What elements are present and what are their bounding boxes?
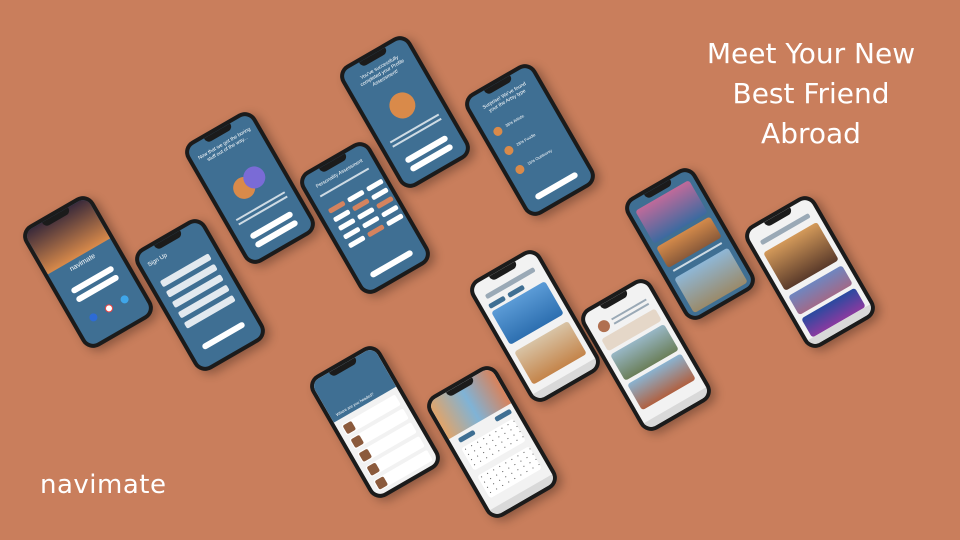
complete-title: You've successfully completed your Profi… [359,54,406,89]
result-pct-3: 16% Outdoorsy [526,147,553,167]
trait-chip[interactable] [347,235,366,249]
destination-thumbnail [342,420,357,435]
phone-notch [600,290,629,311]
signup-submit-button[interactable] [201,321,246,351]
destination-screen: Where are you headed? [310,346,440,498]
phone-launch: navimate [18,191,158,353]
destination-thumbnail [366,462,381,476]
phone-destination: Where are you headed? [305,341,445,503]
result-pct-1: 38% Artistic [504,113,525,128]
result-pct-2: 28% Foodie [515,131,537,147]
brand-logo-text: navimate [40,470,167,500]
launch-screen: navimate [23,196,153,348]
personality-next-button[interactable] [369,249,414,279]
foodie-icon [502,144,516,157]
twitter-icon[interactable] [119,293,131,305]
destination-thumbnail [358,448,373,463]
outdoorsy-icon [513,163,527,176]
headline-line-2: Best Friend [732,77,890,110]
phone-feed [740,191,880,353]
headline-line-3: Abroad [761,117,861,150]
result-screen: Surprise! We've found your the Artsy typ… [465,64,595,216]
destination-thumbnail [350,434,365,449]
destination-thumbnail [374,476,389,490]
artistic-icon [491,125,505,138]
headline: Meet Your New Best Friend Abroad [686,34,936,154]
feed-screen [745,196,875,348]
avatar[interactable] [595,317,613,335]
google-icon[interactable] [103,302,115,314]
trait-chip[interactable] [385,213,404,227]
facebook-icon[interactable] [87,311,99,323]
phone-result: Surprise! We've found your the Artsy typ… [460,59,600,221]
trait-chip[interactable] [366,224,385,238]
smiley-face-icon [384,87,421,124]
find-matches-button[interactable] [534,171,579,201]
headline-line-1: Meet Your New [706,37,916,70]
